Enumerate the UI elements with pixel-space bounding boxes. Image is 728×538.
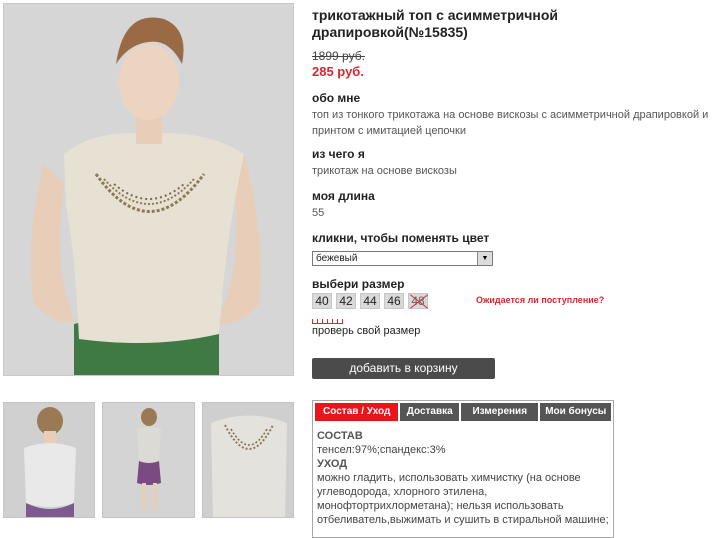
size-option-44[interactable]: 44 (360, 293, 380, 309)
info-tabs: Состав / Уход Доставка Измерения Мои бон… (313, 401, 613, 423)
size-options: 40 42 44 46 48 (312, 293, 428, 309)
add-to-cart-button[interactable]: добавить в корзину (312, 358, 495, 379)
chevron-down-icon[interactable]: ▼ (477, 252, 492, 265)
color-select[interactable]: бежевый ▼ (312, 251, 493, 266)
composition-text: тенсел:97%;спандекс:3% (317, 444, 446, 456)
tab-composition-care[interactable]: Состав / Уход (315, 403, 399, 421)
about-heading: обо мне (312, 91, 361, 105)
color-select-value: бежевый (316, 253, 358, 264)
tab-my-bonuses[interactable]: Мои бонусы (540, 403, 611, 421)
thumbnail-full-body[interactable] (102, 402, 195, 518)
color-heading: кликни, чтобы поменять цвет (312, 231, 490, 245)
size-option-46[interactable]: 46 (384, 293, 404, 309)
material-heading: из чего я (312, 147, 365, 161)
product-title: трикотажный топ с асимметричной драпиров… (312, 7, 559, 40)
thumbnail-closeup[interactable] (202, 402, 294, 518)
thumbnail-closeup-image (203, 403, 293, 517)
size-option-48-unavailable[interactable]: 48 (408, 293, 428, 309)
ruler-icon[interactable] (312, 318, 343, 324)
old-price: 1899 руб. (312, 49, 365, 63)
tab-content: СОСТАВ тенсел:97%;спандекс:3% УХОД можно… (313, 423, 613, 527)
main-product-photo[interactable] (3, 3, 294, 376)
care-text: можно гладить, использовать химчистку (н… (317, 472, 609, 526)
size-option-42[interactable]: 42 (336, 293, 356, 309)
about-text: топ из тонкого трикотажа на основе виско… (312, 109, 709, 137)
length-heading: моя длина (312, 189, 375, 203)
length-value: 55 (312, 207, 325, 219)
sale-price: 285 руб. (312, 64, 364, 79)
thumbnail-full-body-image (103, 403, 194, 517)
material-text: трикотаж на основе вискозы (312, 165, 457, 177)
size-option-40[interactable]: 40 (312, 293, 332, 309)
tab-measurements[interactable]: Измерения (461, 403, 539, 421)
composition-heading: СОСТАВ (317, 430, 363, 442)
thumbnail-back-view[interactable] (3, 402, 95, 518)
restock-inquiry-link[interactable]: Ожидается ли поступление? (476, 295, 604, 305)
tab-delivery[interactable]: Доставка (400, 403, 460, 421)
info-tabs-panel: Состав / Уход Доставка Измерения Мои бон… (312, 400, 614, 538)
thumbnail-back-image (4, 403, 94, 517)
size-heading: выбери размер (312, 277, 405, 291)
check-size-link[interactable]: проверь свой размер (312, 325, 420, 337)
model-photo-image (4, 4, 293, 375)
care-heading: УХОД (317, 458, 348, 470)
